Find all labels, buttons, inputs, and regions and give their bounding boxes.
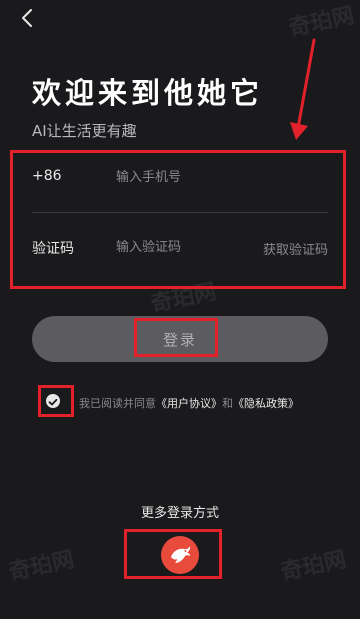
phone-row: +86 [32,166,328,188]
user-agreement-link[interactable]: 《用户协议》 [156,397,222,410]
login-button[interactable]: 登录 [32,316,328,362]
code-label: 验证码 [32,241,74,257]
page-subtitle: AI让生活更有趣 [32,122,137,140]
annotation-arrow [290,38,316,140]
agreement-prefix: 我已阅读并同意 [79,397,156,410]
agreement-text: 我已阅读并同意《用户协议》和《隐私政策》 [79,395,299,411]
watermark: 奇珀网 [148,279,219,318]
watermark: 奇珀网 [286,3,357,42]
watermark: 奇珀网 [278,547,349,586]
agreement-conjunction: 和 [222,397,233,410]
privacy-policy-link[interactable]: 《隐私政策》 [233,397,299,410]
agreement-checkbox[interactable] [46,394,60,408]
page-title: 欢迎来到他她它 [32,76,264,110]
get-code-button[interactable]: 获取验证码 [263,239,328,258]
checkmark-icon [48,398,58,406]
country-code-selector[interactable]: +86 [32,168,62,184]
chevron-left-icon [22,9,32,27]
alt-login-button[interactable] [161,536,199,574]
divider [32,212,328,213]
back-button[interactable] [16,6,40,30]
code-row: 验证码 获取验证码 [32,236,328,258]
phone-input[interactable] [116,166,316,188]
code-input[interactable] [116,236,236,258]
more-login-label: 更多登录方式 [140,506,219,521]
watermark: 奇珀网 [6,547,77,586]
red-bird-logo-icon [171,546,191,563]
